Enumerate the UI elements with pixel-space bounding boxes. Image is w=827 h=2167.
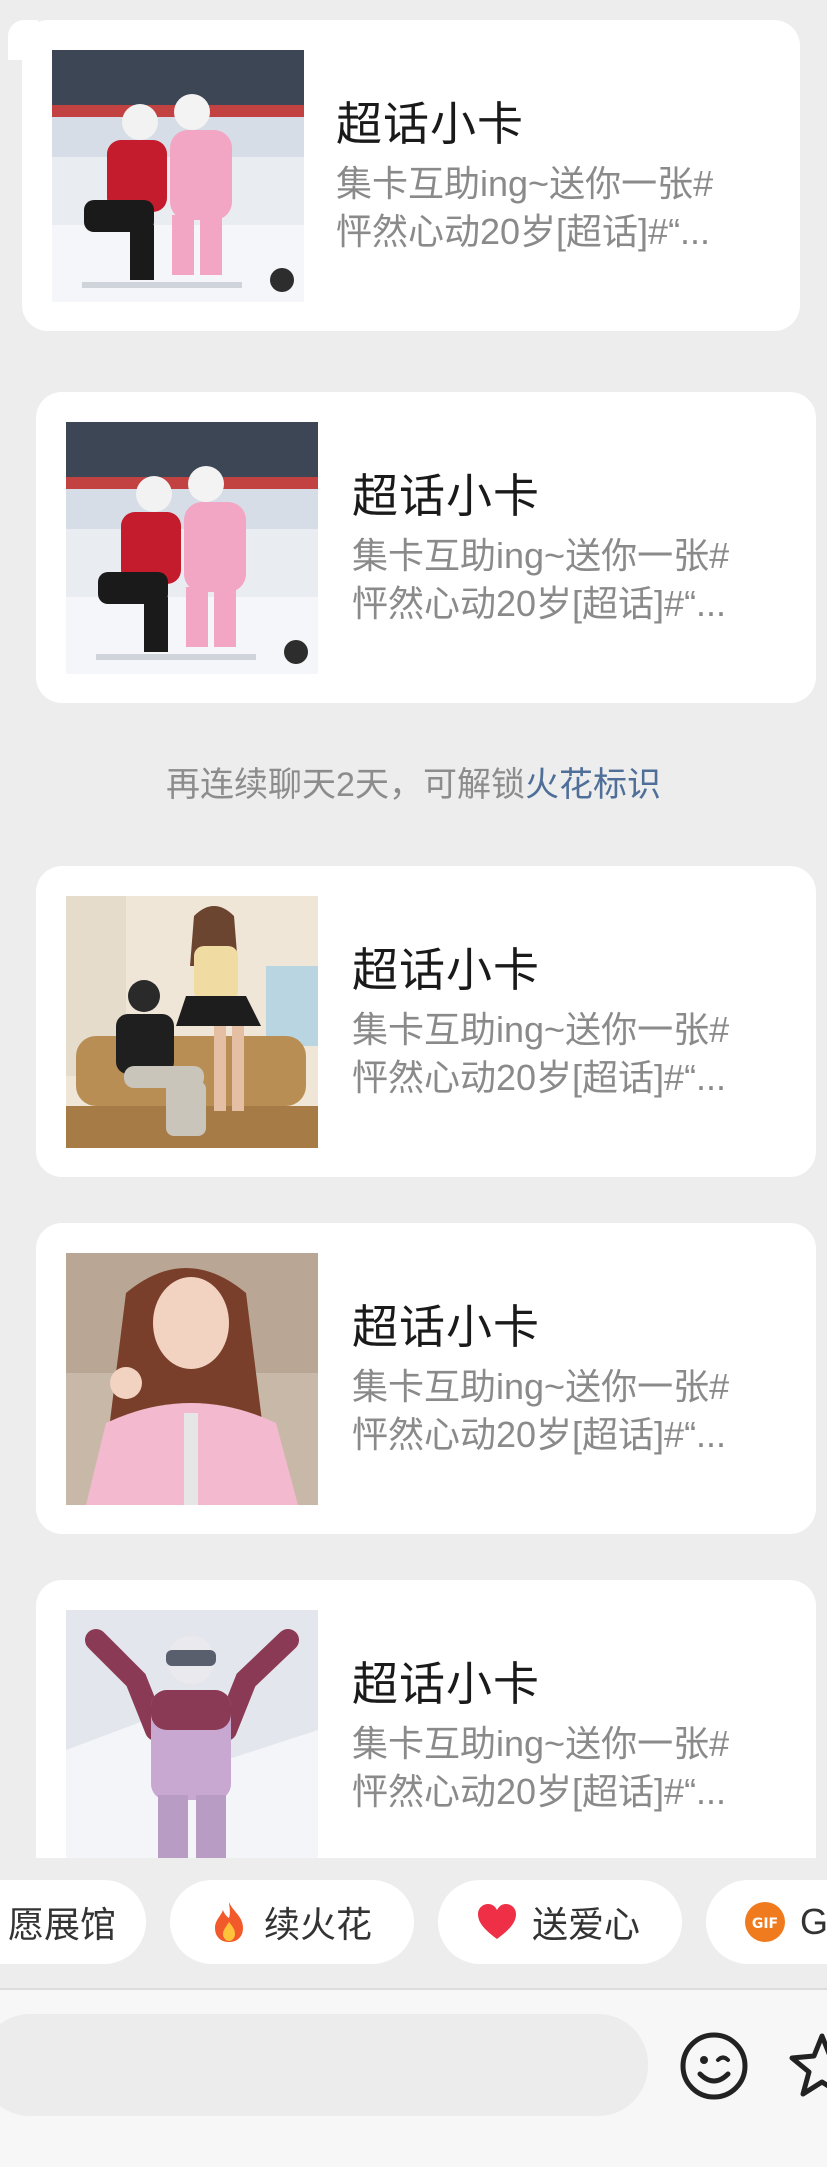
continue-spark-chip[interactable]: 续火花 bbox=[170, 1880, 414, 1964]
girl-pink-jacket-image bbox=[66, 1253, 318, 1505]
card-description: 集卡互助ing~送你一张# 怦然心动20岁[超话]#“... bbox=[352, 1006, 816, 1102]
gif-badge-text: GIF bbox=[752, 1916, 778, 1932]
card-message[interactable]: 超话小卡 集卡互助ing~送你一张# 怦然心动20岁[超话]#“... bbox=[36, 1580, 816, 1858]
desc-line: 怦然心动20岁[超话]#“... bbox=[336, 211, 711, 252]
system-note: 再连续聊天2天，可解锁火花标识 bbox=[0, 757, 827, 806]
card-description: 集卡互助ing~送你一张# 怦然心动20岁[超话]#“... bbox=[352, 1720, 816, 1816]
card-title: 超话小卡 bbox=[336, 98, 524, 150]
spark-badge-link[interactable]: 火花标识 bbox=[525, 766, 661, 804]
card-title: 超话小卡 bbox=[352, 470, 540, 522]
desc-line: 怦然心动20岁[超话]#“... bbox=[352, 1057, 727, 1098]
gif-icon: GIF bbox=[742, 1899, 788, 1945]
desc-line: 怦然心动20岁[超话]#“... bbox=[352, 1771, 727, 1812]
heart-icon bbox=[474, 1899, 520, 1945]
desc-line: 集卡互助ing~送你一张# bbox=[352, 1009, 730, 1050]
wish-gallery-chip[interactable]: 愿展馆 bbox=[0, 1880, 146, 1964]
desc-line: 怦然心动20岁[超话]#“... bbox=[352, 1414, 727, 1455]
send-heart-chip[interactable]: 送爱心 bbox=[438, 1880, 682, 1964]
girl-ski-image bbox=[66, 1610, 318, 1858]
card-message[interactable]: 超话小卡 集卡互助ing~送你一张# 怦然心动20岁[超话]#“... bbox=[36, 866, 816, 1177]
card-description: 集卡互助ing~送你一张# 怦然心动20岁[超话]#“... bbox=[352, 1363, 816, 1459]
card-title: 超话小卡 bbox=[352, 944, 540, 996]
chat-area: 超话小卡 集卡互助ing~送你一张# 怦然心动20岁[超话]#“... 超话小卡… bbox=[0, 0, 827, 1858]
desc-line: 怦然心动20岁[超话]#“... bbox=[352, 583, 727, 624]
desc-line: 集卡互助ing~送你一张# bbox=[352, 535, 730, 576]
emoji-icon[interactable] bbox=[678, 2030, 750, 2102]
card-thumbnail[interactable] bbox=[66, 422, 318, 674]
card-message[interactable]: 超话小卡 集卡互助ing~送你一张# 怦然心动20岁[超话]#“... bbox=[36, 1223, 816, 1534]
card-description: 集卡互助ing~送你一张# 怦然心动20岁[超话]#“... bbox=[352, 532, 816, 628]
input-bar bbox=[0, 1990, 827, 2167]
card-title: 超话小卡 bbox=[352, 1301, 540, 1353]
snowboard-couple-image bbox=[66, 422, 318, 674]
snowboard-couple-image bbox=[52, 50, 304, 302]
desc-line: 集卡互助ing~送你一张# bbox=[352, 1366, 730, 1407]
card-description: 集卡互助ing~送你一张# 怦然心动20岁[超话]#“... bbox=[336, 160, 800, 256]
card-title: 超话小卡 bbox=[352, 1658, 540, 1710]
gif-chip[interactable]: GIF G bbox=[706, 1880, 827, 1964]
desc-line: 集卡互助ing~送你一张# bbox=[352, 1723, 730, 1764]
system-note-text: 再连续聊天2天，可解锁 bbox=[166, 766, 525, 804]
chip-label: 愿展馆 bbox=[7, 1904, 116, 1945]
quick-action-bar: 愿展馆 续火花 送爱心 GIF G bbox=[0, 1858, 827, 1968]
card-thumbnail[interactable] bbox=[66, 896, 318, 1148]
card-thumbnail[interactable] bbox=[52, 50, 304, 302]
card-message[interactable]: 超话小卡 集卡互助ing~送你一张# 怦然心动20岁[超话]#“... bbox=[22, 20, 800, 331]
chip-label: 送爱心 bbox=[532, 1904, 641, 1945]
sticker-icon[interactable] bbox=[786, 2030, 827, 2102]
chip-label: 续火花 bbox=[264, 1904, 373, 1945]
fire-icon bbox=[206, 1899, 252, 1945]
desc-line: 集卡互助ing~送你一张# bbox=[336, 163, 714, 204]
card-thumbnail[interactable] bbox=[66, 1610, 318, 1858]
chip-label: G bbox=[800, 1901, 827, 1942]
couple-hay-image bbox=[66, 896, 318, 1148]
message-input[interactable] bbox=[0, 2014, 648, 2116]
card-message[interactable]: 超话小卡 集卡互助ing~送你一张# 怦然心动20岁[超话]#“... bbox=[36, 392, 816, 703]
card-thumbnail[interactable] bbox=[66, 1253, 318, 1505]
